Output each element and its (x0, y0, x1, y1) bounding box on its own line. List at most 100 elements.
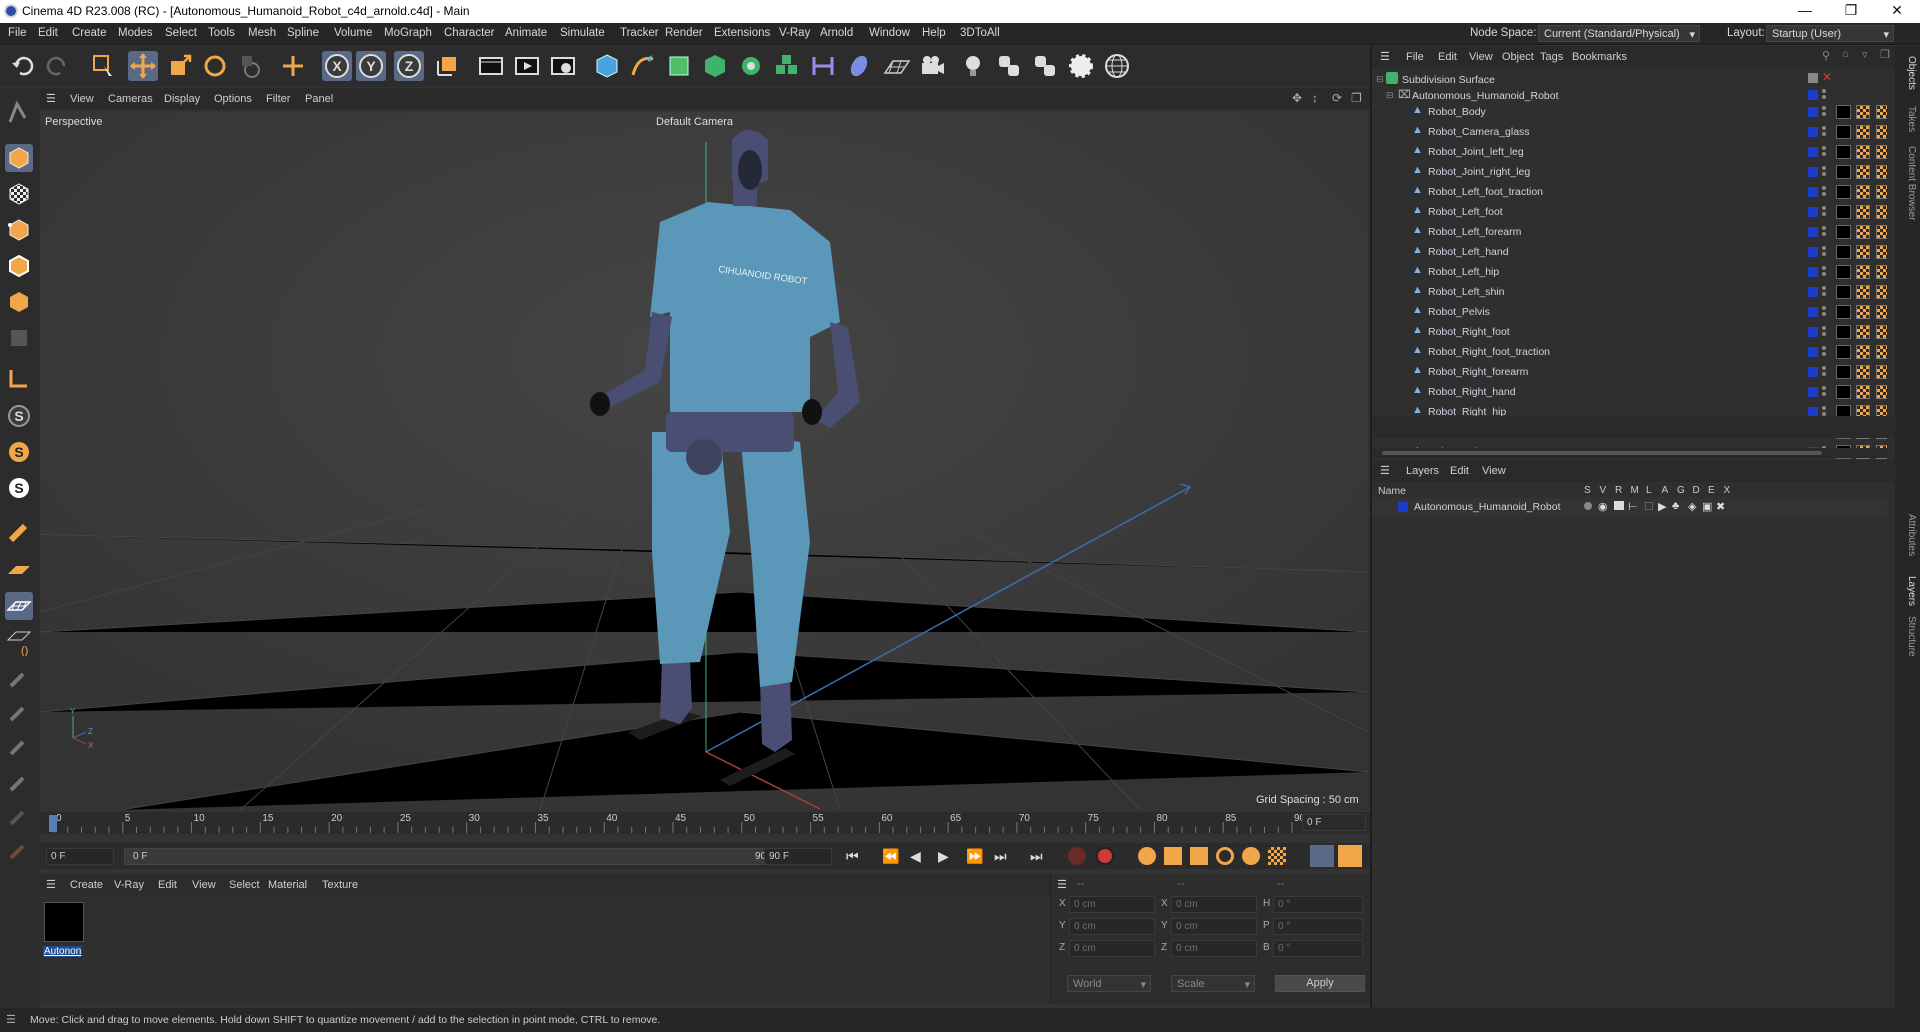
material-swatch[interactable] (44, 902, 84, 942)
start-frame-field[interactable]: 0 F (46, 848, 114, 865)
texture-tag-icon[interactable] (1856, 285, 1870, 299)
move-tool-icon[interactable] (128, 51, 158, 81)
visibility-dots-icon[interactable] (1822, 326, 1826, 338)
rotation-key-icon[interactable] (1216, 847, 1234, 865)
tab-layers[interactable]: Layers (1906, 576, 1917, 606)
tab-content-browser[interactable]: Content Browser (1906, 146, 1917, 220)
visibility-dots-icon[interactable] (1822, 126, 1826, 138)
brush-preset-icon[interactable] (5, 838, 33, 866)
timeline-ruler[interactable]: 0 5 10 15 20 25 30 35 40 45 50 55 60 65 70 75 80 85 90 0 F (40, 812, 1370, 834)
texture-tag-icon[interactable] (1876, 205, 1887, 219)
viewport-menu-view[interactable]: View (70, 93, 94, 105)
texture-tag-icon[interactable] (1876, 245, 1887, 259)
playhead[interactable] (49, 815, 57, 832)
light-icon[interactable] (958, 51, 988, 81)
camera-icon[interactable] (918, 51, 948, 81)
parameter-key-icon[interactable] (1242, 847, 1260, 865)
next-frame-icon[interactable]: ⏩ (966, 848, 983, 865)
texture-tag-icon[interactable] (1856, 345, 1870, 359)
snap-icon[interactable]: S (5, 402, 33, 430)
texture-tag-icon[interactable] (1876, 365, 1887, 379)
rotation-field[interactable]: 0 ° (1273, 918, 1363, 935)
viewport-zoom-icon[interactable]: ↕ (1312, 91, 1318, 105)
polygons-mode-icon[interactable] (5, 288, 33, 316)
size-field[interactable]: 0 cm (1171, 940, 1257, 957)
object-menu-view[interactable]: View (1469, 51, 1493, 63)
points-mode-icon[interactable] (5, 216, 33, 244)
material-menu-view[interactable]: View (192, 879, 216, 891)
tab-structure[interactable]: Structure (1906, 616, 1917, 657)
prev-key-icon[interactable]: ⏪ (882, 848, 899, 865)
go-to-end-icon[interactable]: ⏭ (1030, 848, 1043, 865)
layers-col-d[interactable]: D (1693, 485, 1700, 496)
record-icon[interactable] (1068, 847, 1086, 865)
sculpt-tool-icon[interactable] (5, 700, 33, 728)
visibility-dots-icon[interactable] (1822, 186, 1826, 198)
object-menu-bookmarks[interactable]: Bookmarks (1572, 51, 1627, 63)
layers-col-e[interactable]: E (1708, 485, 1715, 496)
material-tag-icon[interactable] (1836, 205, 1851, 219)
texture-tag-icon[interactable] (1856, 365, 1870, 379)
position-field[interactable]: 0 cm (1069, 896, 1155, 913)
tweak-mode-icon[interactable] (5, 518, 33, 546)
object-row[interactable]: ▲ Robot_Left_forearm (1372, 222, 1887, 242)
texture-tag-icon[interactable] (1856, 225, 1870, 239)
material-menu-texture[interactable]: Texture (322, 879, 358, 891)
viewport-menu-icon[interactable]: ☰ (46, 92, 56, 105)
end-frame-field[interactable]: 90 F (764, 848, 832, 865)
menu-render[interactable]: Render (665, 27, 703, 39)
generators-icon[interactable]: ♣ (1672, 500, 1679, 512)
layout-select[interactable]: Startup (User) ▾ (1766, 25, 1894, 42)
node-space-select[interactable]: Current (Standard/Physical) ▾ (1538, 25, 1700, 42)
cloner-icon[interactable] (736, 51, 766, 81)
menu-character[interactable]: Character (444, 27, 495, 39)
visibility-dots-icon[interactable] (1822, 89, 1826, 101)
tab-attributes[interactable]: Attributes (1906, 514, 1917, 556)
visibility-dots-icon[interactable] (1822, 246, 1826, 258)
material-menu-icon[interactable]: ☰ (46, 878, 56, 891)
texture-tag-icon[interactable] (1856, 105, 1870, 119)
render-active-icon[interactable] (512, 51, 542, 81)
texture-tag-icon[interactable] (1856, 145, 1870, 159)
model-mode-icon[interactable] (5, 144, 33, 172)
autokey-icon[interactable] (1096, 847, 1114, 865)
texture-tag-icon[interactable] (1856, 245, 1870, 259)
menu-arnold[interactable]: Arnold (820, 27, 853, 39)
viewport-maximize-icon[interactable]: ❐ (1351, 91, 1362, 105)
object-row[interactable]: ▲ Robot_Left_hand (1372, 242, 1887, 262)
layers-col-g[interactable]: G (1677, 485, 1685, 496)
material-tag-icon[interactable] (1836, 285, 1851, 299)
disabled-x-icon[interactable]: ✕ (1822, 70, 1832, 84)
material-tag-icon[interactable] (1836, 225, 1851, 239)
object-menu-tags[interactable]: Tags (1540, 51, 1563, 63)
texture-tag-icon[interactable] (1876, 165, 1887, 179)
keyframe-selection-icon[interactable] (1138, 847, 1156, 865)
animation-icon[interactable]: ▶ (1658, 500, 1666, 513)
viewport-menu-display[interactable]: Display (164, 93, 200, 105)
layers-col-v[interactable]: V (1600, 485, 1607, 496)
python-icon[interactable] (994, 51, 1024, 81)
camera-name[interactable]: Default Camera (656, 116, 733, 128)
render-view-icon[interactable] (476, 51, 506, 81)
subdivision-surface-icon[interactable] (664, 51, 694, 81)
layer-row[interactable]: Autonomous_Humanoid_Robot ◉ ⊢ ☐ ▶ ♣ ◈ ▣ … (1372, 498, 1887, 516)
status-menu-icon[interactable]: ☰ (6, 1013, 16, 1026)
manager-icon[interactable]: ⊢ (1628, 500, 1638, 513)
menu-file[interactable]: File (8, 27, 27, 39)
recent-tool-icon[interactable] (237, 51, 267, 81)
make-editable-icon[interactable] (5, 98, 33, 126)
material-menu-material[interactable]: Material (268, 879, 307, 891)
object-row[interactable]: ▲ Robot_Left_foot_traction (1372, 182, 1887, 202)
axis-mode-icon[interactable] (5, 364, 33, 392)
visibility-dots-icon[interactable] (1822, 266, 1826, 278)
material-tag-icon[interactable] (1836, 365, 1851, 379)
viewport-menu-options[interactable]: Options (214, 93, 252, 105)
coords-menu-icon[interactable]: ☰ (1057, 878, 1067, 891)
texture-tag-icon[interactable] (1876, 125, 1887, 139)
menu-spline[interactable]: Spline (287, 27, 319, 39)
texture-tag-icon[interactable] (1876, 185, 1887, 199)
layers-menu-view[interactable]: View (1482, 465, 1506, 477)
rotation-field[interactable]: 0 ° (1273, 896, 1363, 913)
menu-create[interactable]: Create (72, 27, 107, 39)
prev-frame-icon[interactable]: ◀ (910, 848, 921, 865)
